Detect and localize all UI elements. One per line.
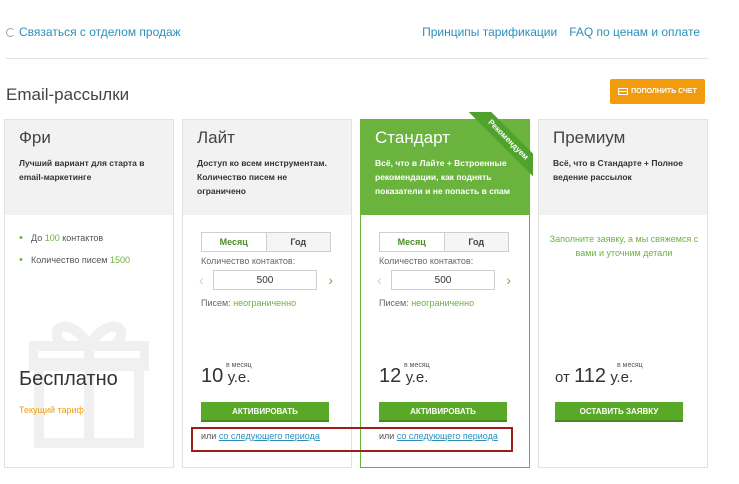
recommended-label: Рекомендуем: [463, 112, 533, 185]
contacts-input[interactable]: [213, 270, 317, 290]
toggle-year[interactable]: Год: [444, 233, 508, 251]
topup-label: пополнить счет: [631, 88, 697, 95]
contact-sales-link[interactable]: Связаться с отделом продаж: [6, 25, 181, 39]
plan-card-free: Фри Лучший вариант для старта в email-ма…: [4, 119, 174, 468]
refresh-icon: [6, 27, 15, 37]
request-button[interactable]: оставить заявку: [555, 402, 683, 422]
chevron-left-icon[interactable]: ‹: [199, 272, 204, 288]
plan-card-lite: Лайт Доступ ко всем инструментам. Количе…: [182, 119, 352, 468]
toggle-month[interactable]: Месяц: [380, 233, 445, 251]
contacts-input[interactable]: [391, 270, 495, 290]
contact-sales-label: Связаться с отделом продаж: [19, 25, 181, 39]
highlight-box: [191, 427, 513, 452]
section-title: Email-рассылки: [6, 85, 130, 104]
contacts-stepper: ‹ ›: [375, 270, 515, 292]
plan-name: Премиум: [553, 128, 626, 147]
plan-head: Премиум Всё, что в Стандарте + Полное ве…: [539, 120, 707, 215]
period-toggle: Месяц Год: [379, 232, 509, 252]
price-value: 112: [574, 365, 606, 387]
premium-note: Заполните заявку, а мы свяжемся с вами и…: [549, 234, 699, 258]
plan-price: 12 у.е. в месяц: [379, 362, 430, 395]
toggle-month[interactable]: Месяц: [202, 233, 267, 251]
price-unit: у.е.: [610, 369, 634, 386]
letters-info: Писем: неограниченно: [201, 298, 297, 308]
plan-desc: Лучший вариант для старта в email-маркет…: [19, 158, 145, 182]
top-links: Принципы тарификации FAQ по ценам и опла…: [422, 25, 700, 39]
price-unit: у.е.: [227, 369, 251, 386]
price-period: в месяц: [226, 362, 252, 369]
topup-button[interactable]: пополнить счет: [610, 79, 705, 104]
recommended-ribbon: Рекомендуем: [458, 112, 533, 187]
feature-list: До 100 контактов Количество писем 1500: [5, 215, 173, 295]
price-value: 12: [379, 365, 402, 387]
contacts-label: Количество контактов:: [201, 256, 296, 266]
activate-button[interactable]: активировать: [379, 402, 507, 422]
price-value: 10: [201, 365, 224, 387]
price-period: в месяц: [404, 362, 430, 369]
current-plan-label: Текущий тариф: [19, 405, 84, 415]
letters-info: Писем: неограниченно: [379, 298, 475, 308]
plan-card-premium: Премиум Всё, что в Стандарте + Полное ве…: [538, 119, 708, 468]
pricing-principles-link[interactable]: Принципы тарификации: [422, 25, 557, 39]
plan-head: Лайт Доступ ко всем инструментам. Количе…: [183, 120, 351, 215]
feature-item: До 100 контактов: [19, 232, 159, 244]
price-prefix: от: [555, 369, 575, 386]
period-toggle: Месяц Год: [201, 232, 331, 252]
plan-price: Бесплатно: [19, 368, 118, 390]
price-unit: у.е.: [405, 369, 429, 386]
chevron-left-icon[interactable]: ‹: [377, 272, 382, 288]
header-divider: [6, 58, 708, 59]
price-period: в месяц: [617, 362, 643, 369]
plan-name: Лайт: [197, 128, 235, 147]
plan-price: от 112 у.е. в месяц: [555, 362, 643, 395]
chevron-right-icon[interactable]: ›: [328, 272, 333, 288]
chevron-right-icon[interactable]: ›: [506, 272, 511, 288]
activate-button[interactable]: активировать: [201, 402, 329, 422]
plan-price: 10 у.е. в месяц: [201, 362, 252, 395]
plan-desc: Всё, что в Стандарте + Полное ведение ра…: [553, 158, 683, 182]
contacts-label: Количество контактов:: [379, 256, 474, 266]
plan-desc: Доступ ко всем инструментам. Количество …: [197, 158, 327, 196]
contacts-stepper: ‹ ›: [197, 270, 337, 292]
plan-name: Фри: [19, 128, 51, 147]
top-bar: Связаться с отделом продаж Принципы тари…: [0, 0, 739, 60]
credit-card-icon: [618, 88, 629, 95]
feature-item: Количество писем 1500: [19, 254, 159, 266]
plan-head: Фри Лучший вариант для старта в email-ма…: [5, 120, 173, 215]
toggle-year[interactable]: Год: [266, 233, 330, 251]
pricing-faq-link[interactable]: FAQ по ценам и оплате: [569, 25, 700, 39]
